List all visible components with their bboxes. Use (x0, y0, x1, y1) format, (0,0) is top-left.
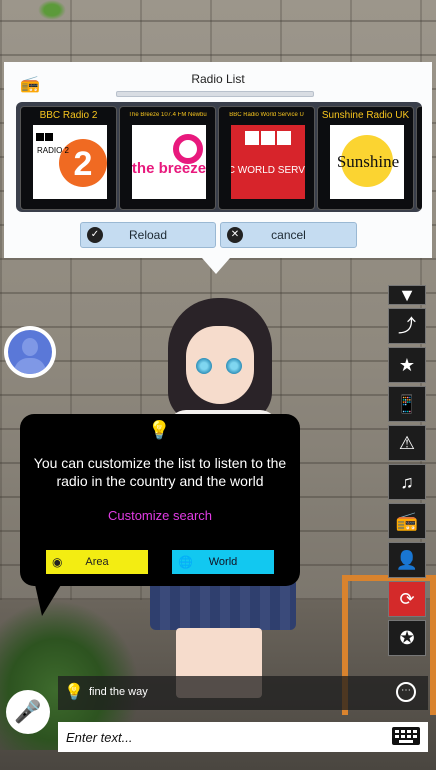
radio-list-title: Radio List (191, 72, 245, 86)
music-button[interactable]: ♫ (388, 464, 426, 500)
station-logo-the-breeze: the breeze (132, 125, 206, 199)
radio-list-panel: 📻 Radio List BBC Radio 2 2 RADIO 2 The B… (4, 62, 432, 258)
station-scrollbar[interactable] (116, 91, 314, 97)
station-card-partial[interactable] (416, 106, 422, 210)
info-message: You can customize the list to listen to … (33, 455, 287, 489)
radio-icon: 📻 (395, 511, 419, 531)
lightbulb-icon: 💡 (64, 684, 84, 701)
check-icon: ✓ (87, 227, 103, 243)
more-options-button[interactable]: ⋯ (396, 682, 416, 702)
world-button[interactable]: 🌐 World (172, 550, 274, 574)
top-partial-button[interactable]: ▼ (388, 285, 426, 305)
station-name: BBC Radio World Service U (229, 112, 304, 118)
cancel-label: cancel (271, 228, 306, 242)
area-label: Area (85, 556, 109, 568)
food-button[interactable]: ✪ (388, 620, 426, 656)
location-pin-icon: ◉ (52, 555, 63, 569)
cancel-button[interactable]: ✕ cancel (220, 222, 357, 248)
station-logo-bbc-radio-2: 2 RADIO 2 (33, 125, 107, 199)
lightbulb-icon: 💡 (148, 420, 171, 440)
station-carousel[interactable]: BBC Radio 2 2 RADIO 2 The Breeze 107.4 F… (16, 102, 422, 212)
bbc-radio-2-logo: 2 RADIO 2 (33, 125, 107, 199)
station-card-the-breeze[interactable]: The Breeze 107.4 FM Newbu the breeze (119, 106, 216, 210)
message-input[interactable] (58, 722, 428, 752)
area-button[interactable]: ◉ Area (46, 550, 148, 574)
record-button[interactable]: ⟳ (388, 581, 426, 617)
station-logo-sunshine-radio: Sunshine (330, 125, 404, 199)
warning-icon: ⚠ (398, 433, 416, 453)
favorite-button[interactable]: ★ (388, 347, 426, 383)
plant-leaf (38, 0, 66, 20)
radio-button[interactable]: 📻 (388, 503, 426, 539)
station-name: Sunshine Radio UK (321, 110, 410, 121)
music-icon: ♫ (400, 472, 414, 492)
svg-text:BBC WORLD SERVICE: BBC WORLD SERVICE (231, 165, 305, 176)
station-card-bbc-radio-2[interactable]: BBC Radio 2 2 RADIO 2 (20, 106, 117, 210)
station-card-sunshine-radio[interactable]: Sunshine Radio UK Sunshine (317, 106, 414, 210)
microphone-button[interactable]: 🎤 (6, 690, 50, 734)
station-name: The Breeze 107.4 FM Newbu (128, 112, 207, 118)
contacts-button[interactable]: 👤 (388, 542, 426, 578)
reload-button[interactable]: ✓ Reload (80, 222, 216, 248)
warning-button[interactable]: ⚠ (388, 425, 426, 461)
phone-book-icon: 📱 (395, 394, 419, 414)
record-icon: ⟳ (399, 589, 415, 609)
avatar-person-icon (8, 330, 52, 374)
bubble-tail (34, 580, 64, 616)
reload-label: Reload (128, 228, 168, 242)
station-name: BBC Radio 2 (39, 110, 98, 121)
info-bubble: 💡 You can customize the list to listen t… (20, 414, 300, 586)
hint-bar[interactable]: 💡 find the way ⋯ (58, 676, 428, 710)
microphone-icon: 🎤 (14, 699, 42, 724)
user-avatar[interactable] (4, 326, 56, 378)
svg-text:the breeze: the breeze (132, 160, 206, 177)
star-icon: ★ (398, 355, 416, 375)
sunshine-radio-logo: Sunshine (330, 125, 404, 199)
station-logo-bbc-world-service: BBC WORLD SERVICE (231, 125, 305, 199)
svg-text:2: 2 (74, 145, 93, 183)
globe-icon: 🌐 (178, 555, 193, 569)
keyboard-icon[interactable] (392, 727, 420, 745)
share-icon: ⤴ (398, 316, 416, 336)
chat-phone-button[interactable]: 📱 (388, 386, 426, 422)
share-button[interactable]: ⤴ (388, 308, 426, 344)
panel-pointer (202, 258, 230, 274)
close-icon: ✕ (227, 227, 243, 243)
bbc-world-service-logo: BBC WORLD SERVICE (231, 125, 305, 199)
the-breeze-logo: the breeze (132, 125, 206, 199)
svg-text:RADIO 2: RADIO 2 (37, 146, 70, 155)
world-label: World (208, 556, 238, 568)
carrot-icon: ✪ (399, 628, 415, 648)
character-eye-right (226, 358, 242, 374)
customize-search-link[interactable]: Customize search (20, 508, 300, 523)
contacts-icon: 👤 (395, 550, 419, 570)
hint-text: find the way (89, 686, 148, 698)
svg-text:Sunshine: Sunshine (337, 152, 399, 171)
character-eye-left (196, 358, 212, 374)
station-card-bbc-world-service[interactable]: BBC Radio World Service U BBC WORLD SERV… (218, 106, 315, 210)
